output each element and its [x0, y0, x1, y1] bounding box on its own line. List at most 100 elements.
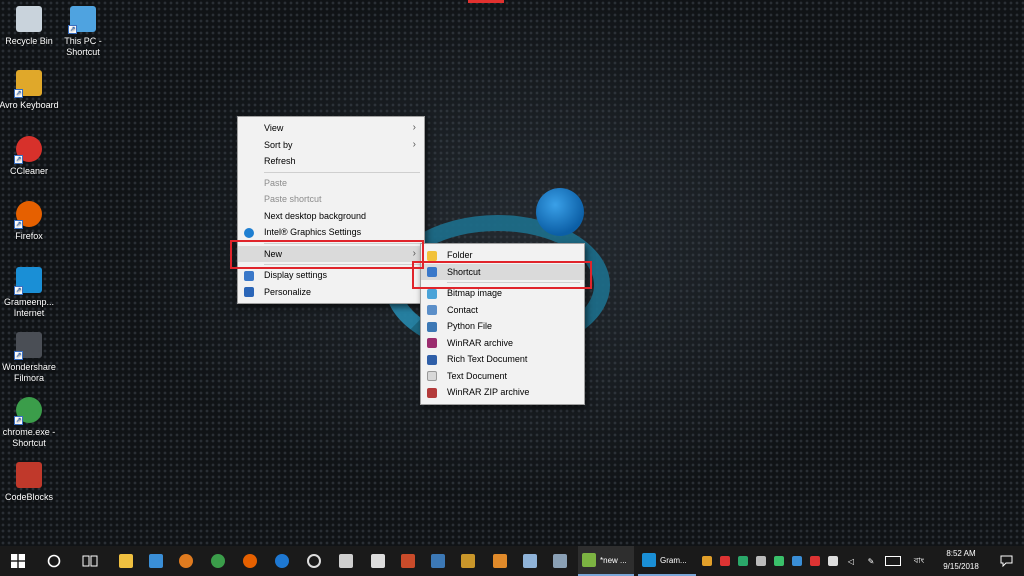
tray-app-icon[interactable] [808, 546, 822, 576]
menu-item-label: View [264, 123, 284, 133]
desktop-icon-filmora[interactable]: ↗ Wondershare Filmora [0, 332, 60, 384]
new-item-rich-text-document[interactable]: Rich Text Document [421, 351, 584, 368]
tray-app-icon[interactable] [754, 546, 768, 576]
desktop-icon-label: Grameenp... Internet [3, 297, 55, 318]
tray-app-icon[interactable] [772, 546, 786, 576]
menu-item-intel-graphics-settings[interactable]: Intel® Graphics Settings [238, 224, 424, 241]
photos-icon [339, 554, 353, 568]
rich-text-icon [427, 354, 437, 365]
new-item-winrar-zip-archive[interactable]: WinRAR ZIP archive [421, 384, 584, 401]
tray-app-icon[interactable] [826, 546, 840, 576]
desktop-icon-codeblocks[interactable]: CodeBlocks [0, 462, 60, 503]
menu-item-sort-by[interactable]: Sort by › [238, 137, 424, 154]
notification-icon [1000, 555, 1012, 567]
tray-app-icon [774, 556, 784, 566]
new-item-contact[interactable]: Contact [421, 302, 584, 319]
taskbar-app-search[interactable] [174, 546, 198, 576]
firefox-icon: ↗ [14, 201, 42, 229]
recycle-bin-icon [16, 6, 42, 32]
taskbar-app-box[interactable] [518, 546, 542, 576]
taskbar-app-target[interactable] [302, 546, 326, 576]
text-document-icon [427, 371, 437, 381]
menu-item-refresh[interactable]: Refresh [238, 153, 424, 170]
menu-item-label: Contact [447, 304, 479, 315]
desktop-icon-grameenphone[interactable]: ↗ Grameenp... Internet [0, 267, 60, 319]
new-item-winrar-archive[interactable]: WinRAR archive [421, 335, 584, 352]
filmora-icon: ↗ [14, 332, 42, 360]
action-center-button[interactable] [994, 546, 1018, 576]
volume-button[interactable]: ◁ [844, 546, 858, 576]
taskbar-clock[interactable]: 8:52 AM 9/15/2018 [932, 547, 990, 573]
menu-item-view[interactable]: View › [238, 120, 424, 137]
tray-app-icon[interactable] [736, 546, 750, 576]
cortana-button[interactable] [40, 546, 68, 576]
file-explorer-icon [119, 554, 133, 568]
desktop-icon-label: Recycle Bin [5, 36, 53, 46]
menu-item-display-settings[interactable]: Display settings [238, 267, 424, 284]
menu-item-paste[interactable]: Paste [238, 175, 424, 192]
windows-start-icon [11, 554, 25, 568]
tray-app-icon[interactable] [700, 546, 714, 576]
taskbar-app-sublime[interactable] [488, 546, 512, 576]
desktop-icon-this-pc[interactable]: ↗ This PC - Shortcut [52, 6, 114, 58]
taskbar-app-firefox[interactable] [238, 546, 262, 576]
pen-button[interactable]: ✎ [864, 546, 878, 576]
monitor-icon [553, 554, 567, 568]
taskbar: *new ... Gram... ◁ ✎ বাং [0, 546, 1024, 576]
taskbar-running-label: *new ... [600, 555, 627, 565]
keyboard-icon [885, 556, 901, 566]
taskbar-app-office[interactable] [396, 546, 420, 576]
menu-item-label: Python File [447, 321, 493, 331]
menu-item-label: Intel® Graphics Settings [264, 227, 362, 237]
taskbar-app-avro[interactable] [456, 546, 480, 576]
highlight-box-shortcut [412, 261, 592, 289]
tray-app-icon[interactable] [790, 546, 804, 576]
sublime-icon [493, 554, 507, 568]
new-item-text-document[interactable]: Text Document [421, 368, 584, 385]
desktop-icon-chrome[interactable]: ↗ chrome.exe - Shortcut [0, 397, 60, 449]
python-icon [431, 554, 445, 568]
taskbar-app-network[interactable] [144, 546, 168, 576]
personalize-icon [244, 287, 254, 297]
desktop-icon-label: CodeBlocks [4, 492, 54, 502]
desktop-icon-ccleaner[interactable]: ↗ CCleaner [0, 136, 60, 177]
desktop-icon-label: chrome.exe - Shortcut [2, 427, 56, 448]
folder-icon [427, 250, 437, 261]
menu-item-paste-shortcut[interactable]: Paste shortcut [238, 191, 424, 208]
taskbar-running-notepad[interactable]: *new ... [578, 546, 634, 576]
tray-app-icon[interactable] [718, 546, 732, 576]
film-icon [371, 554, 385, 568]
menu-item-personalize[interactable]: Personalize [238, 284, 424, 301]
cortana-circle-icon [47, 554, 61, 568]
touch-keyboard-button[interactable] [884, 546, 902, 576]
bitmap-icon [427, 288, 437, 299]
desktop-icon-label: CCleaner [9, 166, 49, 176]
menu-item-label: Sort by [264, 139, 293, 150]
taskbar-app-chrome[interactable] [206, 546, 230, 576]
taskbar-app-monitor[interactable] [548, 546, 572, 576]
menu-item-label: Bitmap image [447, 288, 503, 298]
taskbar-app-edge[interactable] [270, 546, 294, 576]
menu-item-next-desktop-background[interactable]: Next desktop background [238, 208, 424, 225]
keyboard-icon: ↗ [14, 70, 42, 98]
target-icon [307, 554, 321, 568]
taskbar-app-python[interactable] [426, 546, 450, 576]
desktop-icon-recycle-bin[interactable]: Recycle Bin [0, 6, 60, 47]
desktop-icon-avro-keyboard[interactable]: ↗ Avro Keyboard [0, 70, 60, 111]
start-button[interactable] [4, 546, 32, 576]
desktop-icon-firefox[interactable]: ↗ Firefox [0, 201, 60, 242]
grameenphone-icon: ↗ [14, 267, 42, 295]
wallpaper-logo-dot [536, 188, 584, 236]
grameenphone-icon [642, 553, 656, 567]
tray-app-icon [738, 556, 748, 566]
new-item-python-file[interactable]: Python File [421, 318, 584, 335]
taskbar-app-file-explorer[interactable] [114, 546, 138, 576]
avro-icon [461, 554, 475, 568]
language-button[interactable]: বাং [908, 546, 930, 576]
taskbar-app-photos[interactable] [334, 546, 358, 576]
task-view-button[interactable] [76, 546, 104, 576]
network-icon [149, 554, 163, 568]
volume-icon: ◁ [847, 556, 855, 566]
taskbar-running-grameenphone[interactable]: Gram... [638, 546, 696, 576]
taskbar-app-film[interactable] [366, 546, 390, 576]
